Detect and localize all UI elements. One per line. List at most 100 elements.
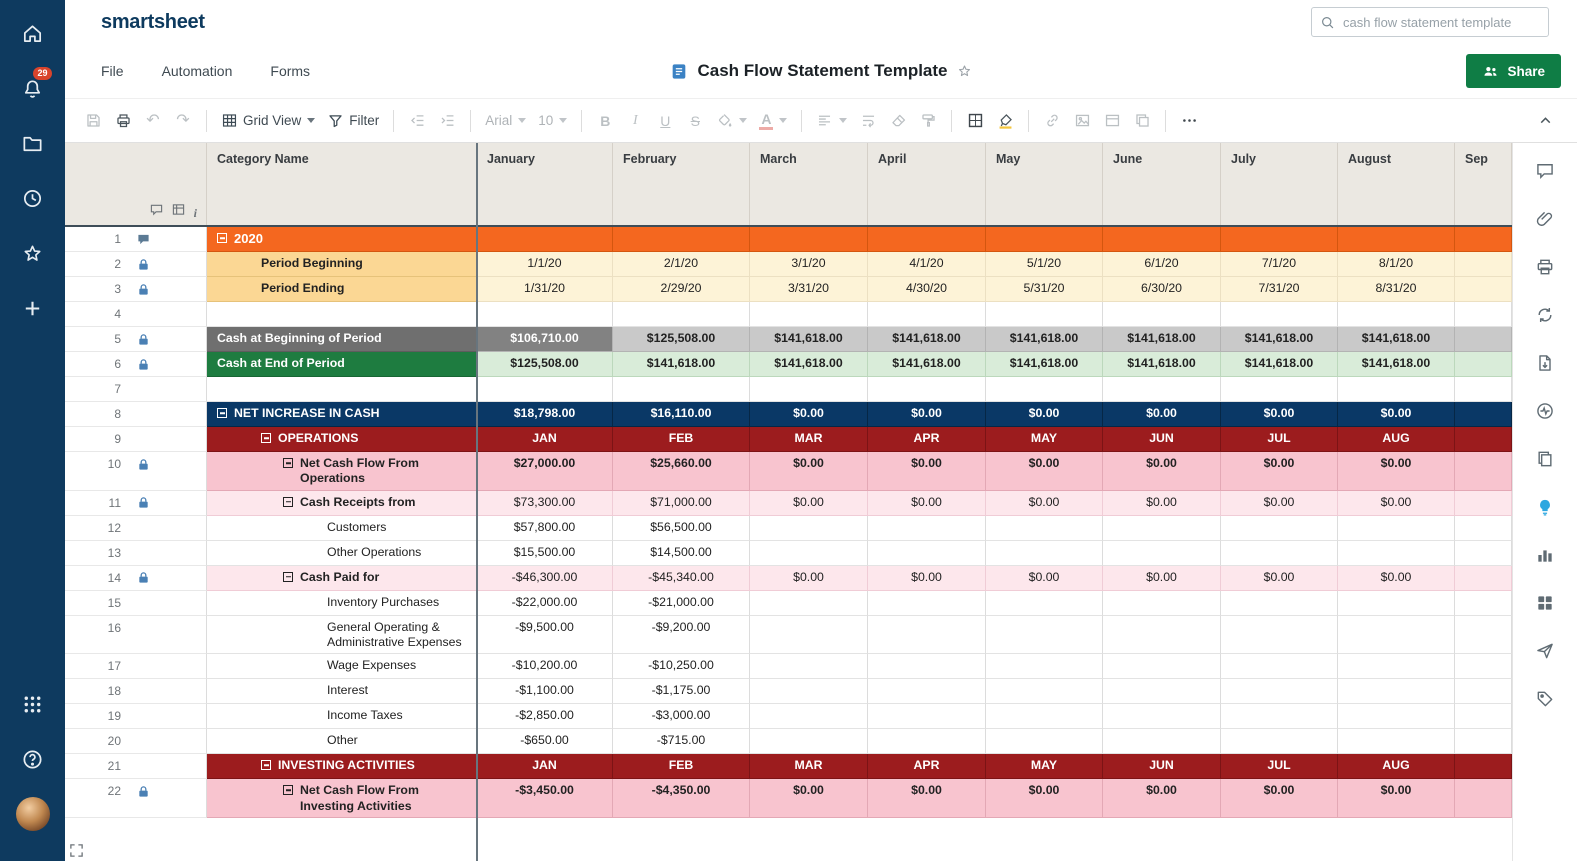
cell-category-r10[interactable]: Net Cash Flow From Operations xyxy=(207,452,477,491)
cell-r10-c8[interactable]: $0.00 xyxy=(1338,452,1455,491)
cell-r20-c6[interactable] xyxy=(1103,729,1221,754)
cell-r21-c8[interactable]: AUG xyxy=(1338,754,1455,779)
cell-category-r21[interactable]: INVESTING ACTIVITIES xyxy=(207,754,477,779)
cell-r16-c2[interactable]: -$9,200.00 xyxy=(613,616,750,655)
frozen-column-divider[interactable] xyxy=(476,143,478,861)
row-number-10[interactable]: 10 xyxy=(65,452,207,491)
collapse-toggle[interactable] xyxy=(217,408,227,418)
cell-category-r7[interactable] xyxy=(207,377,477,402)
cell-r6-c5[interactable]: $141,618.00 xyxy=(986,352,1103,377)
cell-category-r2[interactable]: Period Beginning xyxy=(207,252,477,277)
cell-r15-c6[interactable] xyxy=(1103,591,1221,616)
cell-r5-c8[interactable]: $141,618.00 xyxy=(1338,327,1455,352)
cell-r14-c7[interactable]: $0.00 xyxy=(1221,566,1338,591)
cell-r16-overflow[interactable] xyxy=(1455,616,1512,655)
cell-r8-c4[interactable]: $0.00 xyxy=(868,402,986,427)
cell-r21-overflow[interactable] xyxy=(1455,754,1512,779)
cell-r18-c4[interactable] xyxy=(868,679,986,704)
row-number-4[interactable]: 4 xyxy=(65,302,207,327)
cell-r18-c7[interactable] xyxy=(1221,679,1338,704)
cell-r22-c2[interactable]: -$4,350.00 xyxy=(613,779,750,818)
column-header-january[interactable]: January xyxy=(477,143,613,225)
cell-r13-c3[interactable] xyxy=(750,541,868,566)
cell-r11-c1[interactable]: $73,300.00 xyxy=(477,491,613,516)
cell-r9-c7[interactable]: JUL xyxy=(1221,427,1338,452)
cell-category-r14[interactable]: Cash Paid for xyxy=(207,566,477,591)
menu-forms[interactable]: Forms xyxy=(270,63,310,79)
cell-r11-c8[interactable]: $0.00 xyxy=(1338,491,1455,516)
cell-r14-c6[interactable]: $0.00 xyxy=(1103,566,1221,591)
cell-category-r13[interactable]: Other Operations xyxy=(207,541,477,566)
expand-icon[interactable] xyxy=(69,843,84,858)
cell-r22-overflow[interactable] xyxy=(1455,779,1512,818)
cell-r17-c2[interactable]: -$10,250.00 xyxy=(613,654,750,679)
cell-r22-c3[interactable]: $0.00 xyxy=(750,779,868,818)
cell-r14-c1[interactable]: -$46,300.00 xyxy=(477,566,613,591)
column-header-sep[interactable]: Sep xyxy=(1455,143,1512,225)
row-number-15[interactable]: 15 xyxy=(65,591,207,616)
cell-r4-overflow[interactable] xyxy=(1455,302,1512,327)
format-painter-icon[interactable] xyxy=(914,106,942,136)
fill-color-icon[interactable] xyxy=(711,106,752,136)
cell-r21-c4[interactable]: APR xyxy=(868,754,986,779)
cell-r13-c2[interactable]: $14,500.00 xyxy=(613,541,750,566)
cell-r14-c4[interactable]: $0.00 xyxy=(868,566,986,591)
row-number-12[interactable]: 12 xyxy=(65,516,207,541)
cell-r1-c8[interactable] xyxy=(1338,227,1455,252)
cell-r20-c8[interactable] xyxy=(1338,729,1455,754)
cell-r17-c7[interactable] xyxy=(1221,654,1338,679)
cell-r6-c6[interactable]: $141,618.00 xyxy=(1103,352,1221,377)
cell-category-r18[interactable]: Interest xyxy=(207,679,477,704)
cell-category-r4[interactable] xyxy=(207,302,477,327)
italic-icon[interactable]: I xyxy=(621,106,649,136)
cell-r4-c3[interactable] xyxy=(750,302,868,327)
cell-r16-c3[interactable] xyxy=(750,616,868,655)
cell-r18-c1[interactable]: -$1,100.00 xyxy=(477,679,613,704)
cell-r21-c2[interactable]: FEB xyxy=(613,754,750,779)
sidebar-item-recents[interactable] xyxy=(13,178,53,218)
cell-r1-c4[interactable] xyxy=(868,227,986,252)
cell-r12-c1[interactable]: $57,800.00 xyxy=(477,516,613,541)
cell-r16-c7[interactable] xyxy=(1221,616,1338,655)
row-number-16[interactable]: 16 xyxy=(65,616,207,655)
cell-r20-c2[interactable]: -$715.00 xyxy=(613,729,750,754)
cell-r10-c6[interactable]: $0.00 xyxy=(1103,452,1221,491)
cell-r10-c2[interactable]: $25,660.00 xyxy=(613,452,750,491)
sidebar-item-apps[interactable] xyxy=(13,684,53,724)
comment-icon[interactable] xyxy=(137,232,153,246)
collapse-toggle[interactable] xyxy=(261,760,271,770)
undo-icon[interactable]: ↶ xyxy=(139,106,167,136)
cell-r3-c6[interactable]: 6/30/20 xyxy=(1103,277,1221,302)
cell-r22-c5[interactable]: $0.00 xyxy=(986,779,1103,818)
cell-r17-overflow[interactable] xyxy=(1455,654,1512,679)
cell-r14-c3[interactable]: $0.00 xyxy=(750,566,868,591)
cell-category-r16[interactable]: General Operating & Administrative Expen… xyxy=(207,616,477,655)
cell-r7-c1[interactable] xyxy=(477,377,613,402)
cell-r7-c6[interactable] xyxy=(1103,377,1221,402)
cell-r19-c1[interactable]: -$2,850.00 xyxy=(477,704,613,729)
cell-r12-c2[interactable]: $56,500.00 xyxy=(613,516,750,541)
cell-r16-c8[interactable] xyxy=(1338,616,1455,655)
cell-r13-overflow[interactable] xyxy=(1455,541,1512,566)
search-input[interactable] xyxy=(1341,14,1540,31)
cell-r10-c7[interactable]: $0.00 xyxy=(1221,452,1338,491)
cell-r20-c1[interactable]: -$650.00 xyxy=(477,729,613,754)
cell-r3-overflow[interactable] xyxy=(1455,277,1512,302)
cell-category-r17[interactable]: Wage Expenses xyxy=(207,654,477,679)
collapse-toolbar-icon[interactable] xyxy=(1531,106,1559,136)
text-color-icon[interactable]: A xyxy=(754,106,792,136)
lock-icon[interactable] xyxy=(137,457,153,471)
save-icon[interactable] xyxy=(79,106,107,136)
row-number-18[interactable]: 18 xyxy=(65,679,207,704)
cell-r4-c7[interactable] xyxy=(1221,302,1338,327)
cell-r17-c1[interactable]: -$10,200.00 xyxy=(477,654,613,679)
cell-r5-c3[interactable]: $141,618.00 xyxy=(750,327,868,352)
sidebar-item-notifications[interactable]: 29 xyxy=(13,68,53,108)
cell-category-r20[interactable]: Other xyxy=(207,729,477,754)
cell-r4-c8[interactable] xyxy=(1338,302,1455,327)
cell-r9-c3[interactable]: MAR xyxy=(750,427,868,452)
cell-r9-c1[interactable]: JAN xyxy=(477,427,613,452)
cell-r8-c3[interactable]: $0.00 xyxy=(750,402,868,427)
cell-r20-c5[interactable] xyxy=(986,729,1103,754)
cell-r9-c5[interactable]: MAY xyxy=(986,427,1103,452)
